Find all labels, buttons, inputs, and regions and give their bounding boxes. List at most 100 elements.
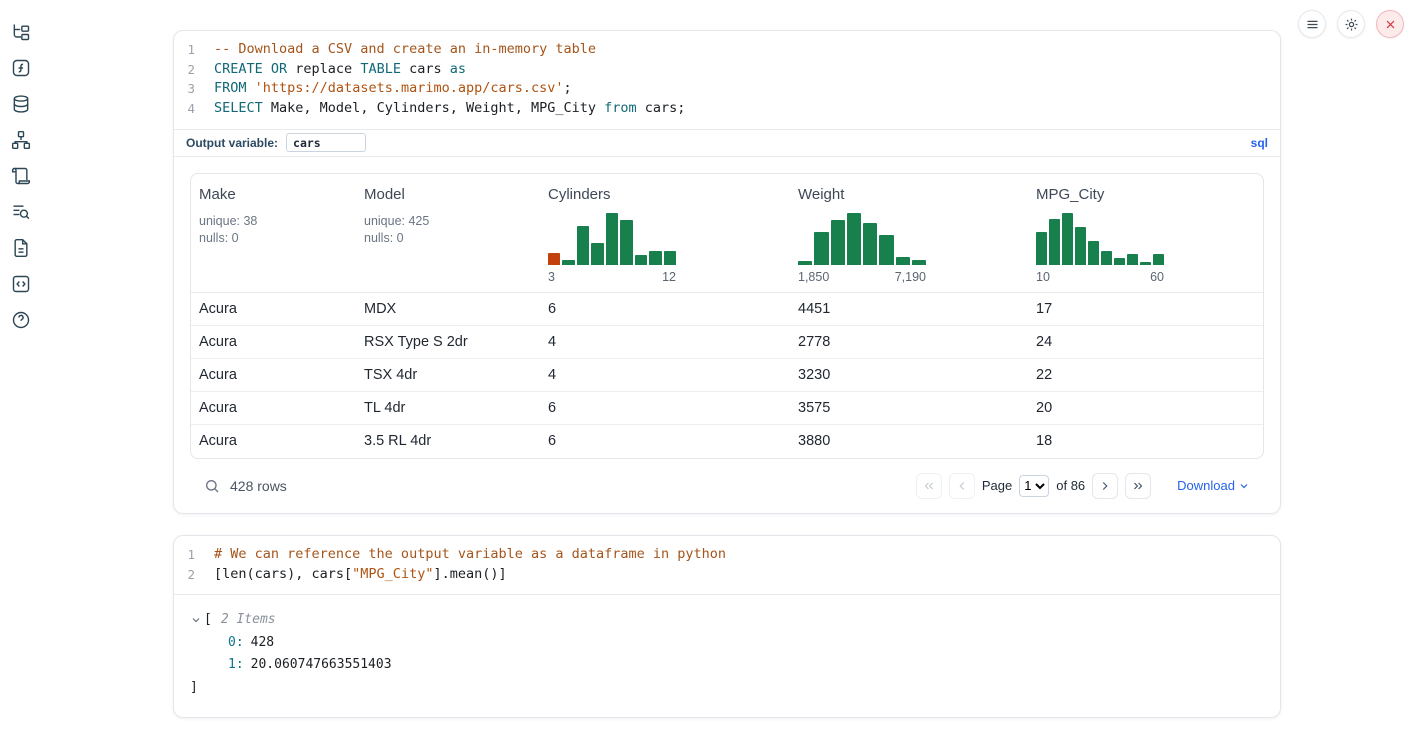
page-select[interactable]: 1 <box>1019 475 1049 497</box>
first-page-button[interactable] <box>916 473 942 499</box>
tree-root-row: [ 2 Items <box>190 609 1264 632</box>
shutdown-button[interactable] <box>1376 10 1404 38</box>
table-row[interactable]: AcuraTL 4dr6357520 <box>191 392 1263 425</box>
histogram-bar[interactable] <box>863 223 877 265</box>
histogram-bar[interactable] <box>847 213 861 265</box>
histogram-bar[interactable] <box>635 255 647 265</box>
table-cell: 20 <box>1028 400 1263 416</box>
table-cell: 3575 <box>790 400 1028 416</box>
histogram-bar[interactable] <box>1062 213 1073 265</box>
next-page-button[interactable] <box>1092 473 1118 499</box>
sidebar-item-dependencies[interactable] <box>11 129 33 150</box>
histogram-min-label: 3 <box>548 270 555 284</box>
histogram-bar[interactable] <box>664 251 676 265</box>
output-variable-label: Output variable: <box>186 136 278 150</box>
download-button[interactable]: Download <box>1177 478 1250 493</box>
python-code-editor[interactable]: 1# We can reference the output variable … <box>174 536 1280 594</box>
histogram-bar[interactable] <box>1075 227 1086 265</box>
tree-entry-value: 428 <box>251 635 274 650</box>
histogram-bar[interactable] <box>1153 254 1164 265</box>
line-number: 4 <box>174 99 195 119</box>
histogram-bar[interactable] <box>1049 219 1060 265</box>
table-cell: 17 <box>1028 301 1263 317</box>
histogram-bar[interactable] <box>896 257 910 265</box>
sidebar-item-data-sources[interactable] <box>11 93 33 114</box>
chevron-left-icon <box>955 479 969 493</box>
column-header-cylinders: Cylinders 3 12 <box>540 186 790 284</box>
output-variable-input[interactable] <box>286 133 366 152</box>
table-cell: Acura <box>191 301 356 317</box>
histogram-bar[interactable] <box>1140 262 1151 265</box>
histogram-bar[interactable] <box>606 213 618 265</box>
help-circle-icon <box>11 310 31 330</box>
chevron-right-icon <box>1098 479 1112 493</box>
sidebar-item-file-explorer[interactable] <box>11 21 33 42</box>
histogram-bar[interactable] <box>1101 251 1112 265</box>
histogram-bar[interactable] <box>620 220 632 265</box>
histogram-bar[interactable] <box>591 243 603 265</box>
histogram-bar[interactable] <box>577 226 589 265</box>
table-cell: 6 <box>540 400 790 416</box>
chevron-down-icon <box>1238 480 1250 492</box>
sql-code-editor[interactable]: 1-- Download a CSV and create an in-memo… <box>174 31 1280 129</box>
histogram-bar[interactable] <box>1088 241 1099 265</box>
column-name[interactable]: Cylinders <box>548 186 782 203</box>
histogram-bar[interactable] <box>649 251 661 265</box>
tree-entry: 0:428 <box>190 632 1264 655</box>
cylinders-histogram[interactable] <box>548 213 676 265</box>
histogram-bar[interactable] <box>1036 232 1047 265</box>
last-page-button[interactable] <box>1125 473 1151 499</box>
column-stat-unique: unique: 425 <box>364 213 532 230</box>
search-icon[interactable] <box>204 478 220 494</box>
table-row[interactable]: Acura3.5 RL 4dr6388018 <box>191 425 1263 458</box>
histogram-min-label: 10 <box>1036 270 1050 284</box>
histogram-bar[interactable] <box>814 232 828 265</box>
histogram-max-label: 12 <box>662 270 676 284</box>
sidebar-item-documentation[interactable] <box>11 237 33 258</box>
code-line[interactable]: 2[len(cars), cars["MPG_City"].mean()] <box>174 565 1280 585</box>
histogram-bar[interactable] <box>912 260 926 265</box>
histogram-bar[interactable] <box>1114 258 1125 265</box>
line-number: 1 <box>174 545 195 565</box>
table-row[interactable]: AcuraRSX Type S 2dr4277824 <box>191 326 1263 359</box>
histogram-bar[interactable] <box>798 261 812 265</box>
code-line[interactable]: 4SELECT Make, Model, Cylinders, Weight, … <box>174 99 1280 119</box>
histogram-bar[interactable] <box>562 260 574 265</box>
table-output-area: Make unique: 38 nulls: 0 Model unique: 4… <box>174 157 1280 513</box>
code-line[interactable]: 1-- Download a CSV and create an in-memo… <box>174 40 1280 60</box>
prev-page-button[interactable] <box>949 473 975 499</box>
column-name[interactable]: Model <box>364 186 532 203</box>
weight-histogram[interactable] <box>798 213 926 265</box>
table-cell: 4451 <box>790 301 1028 317</box>
histogram-bar[interactable] <box>548 253 560 265</box>
code-text: FROM 'https://datasets.marimo.app/cars.c… <box>195 79 572 99</box>
histogram-bar[interactable] <box>1127 254 1138 265</box>
table-cell: 6 <box>540 433 790 449</box>
sidebar-item-help[interactable] <box>11 309 33 330</box>
histogram-bar[interactable] <box>831 220 845 265</box>
language-badge: sql <box>1251 136 1268 150</box>
code-line[interactable]: 1# We can reference the output variable … <box>174 545 1280 565</box>
chevron-down-icon[interactable] <box>190 614 202 626</box>
code-line[interactable]: 2CREATE OR replace TABLE cars as <box>174 60 1280 80</box>
table-cell: 4 <box>540 367 790 383</box>
list-search-icon <box>11 202 31 222</box>
sidebar-item-logs[interactable] <box>11 165 33 186</box>
column-name[interactable]: MPG_City <box>1036 186 1255 203</box>
column-name[interactable]: Make <box>199 186 348 203</box>
pagination: Page 1 of 86 <box>916 473 1151 499</box>
histogram-bar[interactable] <box>879 235 893 265</box>
table-row[interactable]: AcuraTSX 4dr4323022 <box>191 359 1263 392</box>
line-number: 2 <box>174 60 195 80</box>
mpg-city-histogram[interactable] <box>1036 213 1164 265</box>
sidebar-item-variables[interactable] <box>11 57 33 78</box>
column-name[interactable]: Weight <box>798 186 1020 203</box>
table-cell: Acura <box>191 400 356 416</box>
table-row[interactable]: AcuraMDX6445117 <box>191 293 1263 326</box>
sidebar-item-outline[interactable] <box>11 201 33 222</box>
settings-button[interactable] <box>1337 10 1365 38</box>
code-line[interactable]: 3FROM 'https://datasets.marimo.app/cars.… <box>174 79 1280 99</box>
sidebar-item-snippets[interactable] <box>11 273 33 294</box>
menu-button[interactable] <box>1298 10 1326 38</box>
code-text: # We can reference the output variable a… <box>195 545 726 565</box>
